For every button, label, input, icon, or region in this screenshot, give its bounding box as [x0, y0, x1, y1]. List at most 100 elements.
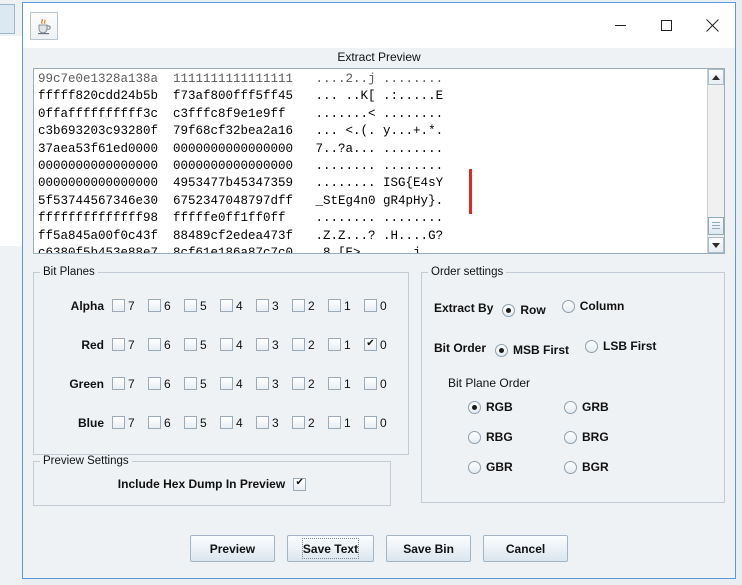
- scroll-up-arrow-icon[interactable]: [708, 69, 724, 85]
- checkbox-alpha-bit-7[interactable]: [112, 299, 125, 312]
- checkbox-alpha-bit-5[interactable]: [184, 299, 197, 312]
- bit-planes-body: Alpha76543210Red76543210Green76543210Blu…: [34, 278, 408, 454]
- checkbox-alpha-bit-4[interactable]: [220, 299, 233, 312]
- radio-indicator[interactable]: [564, 430, 577, 444]
- bit-number-label: 6: [164, 415, 171, 430]
- bit-order-msb-first[interactable]: MSB First: [495, 343, 569, 357]
- save-text-button[interactable]: Save Text: [286, 535, 375, 562]
- bit-plane-row-blue: Blue 7 6 5 4 3 2 1 0: [42, 403, 400, 442]
- checkbox-blue-bit-4[interactable]: [220, 416, 233, 429]
- bit-planes-legend: Bit Planes: [43, 266, 95, 278]
- bit-cell: 0: [364, 377, 400, 391]
- bit-cell: 4: [220, 416, 256, 430]
- checkbox-alpha-bit-1[interactable]: [328, 299, 341, 312]
- bit-cell: 6: [148, 416, 184, 430]
- bit-plane-order-bgr[interactable]: BGR: [564, 460, 644, 474]
- radio-indicator[interactable]: [585, 339, 599, 353]
- include-hex-dump-label: Include Hex Dump In Preview: [117, 477, 286, 491]
- checkbox-green-bit-5[interactable]: [184, 377, 197, 390]
- bit-cell: 4: [220, 299, 256, 313]
- radio-indicator[interactable]: [564, 460, 577, 474]
- window-content: Extract Preview 99c7e0e1328a138a 1111111…: [23, 48, 735, 578]
- hex-dump-text[interactable]: 99c7e0e1328a138a 1111111111111111 ....2.…: [34, 69, 707, 253]
- bit-plane-order-rbg[interactable]: RBG: [468, 430, 548, 444]
- radio-indicator[interactable]: [564, 400, 577, 414]
- bit-number-label: 7: [128, 337, 135, 352]
- bit-plane-order-brg[interactable]: BRG: [564, 430, 644, 444]
- save-bin-button[interactable]: Save Bin: [386, 535, 472, 562]
- bit-number-label: 0: [380, 337, 387, 352]
- checkbox-green-bit-0[interactable]: [364, 377, 377, 390]
- bit-number-label: 5: [200, 298, 207, 313]
- checkbox-blue-bit-1[interactable]: [328, 416, 341, 429]
- checkbox-red-bit-6[interactable]: [148, 338, 161, 351]
- hex-line: c6380f5b453e88e7 8cf61e186a87c7c0 .8.[E>…: [38, 245, 707, 253]
- include-hex-dump-checkbox[interactable]: [293, 477, 307, 491]
- radio-label: BGR: [582, 460, 609, 474]
- bit-cell: 3: [256, 416, 292, 430]
- bit-number-label: 2: [308, 337, 315, 352]
- bit-cell: 6: [148, 299, 184, 313]
- checkbox-green-bit-1[interactable]: [328, 377, 341, 390]
- checkbox-red-bit-3[interactable]: [256, 338, 269, 351]
- bit-plane-order-grb[interactable]: GRB: [564, 400, 644, 414]
- checkbox-green-bit-3[interactable]: [256, 377, 269, 390]
- radio-indicator[interactable]: [468, 430, 481, 444]
- extract-preview-window: Extract Preview 99c7e0e1328a138a 1111111…: [22, 2, 736, 579]
- bit-cell: 1: [328, 299, 364, 313]
- preview-button[interactable]: Preview: [189, 535, 275, 562]
- hex-line: ffffffffffffff98 fffffe0ff1ff0ff .......…: [38, 211, 444, 226]
- checkbox-alpha-bit-6[interactable]: [148, 299, 161, 312]
- cancel-button[interactable]: Cancel: [483, 535, 569, 562]
- checkbox-red-bit-2[interactable]: [292, 338, 305, 351]
- checkbox-red-bit-1[interactable]: [328, 338, 341, 351]
- radio-label: RGB: [486, 400, 513, 414]
- checkbox-blue-bit-2[interactable]: [292, 416, 305, 429]
- checkbox-green-bit-7[interactable]: [112, 377, 125, 390]
- extract-by-row[interactable]: Row: [502, 303, 546, 317]
- scrollbar-thumb[interactable]: [708, 217, 724, 235]
- bit-plane-order-options: RGB GRB RBG BRG GBR BGR: [468, 400, 714, 488]
- radio-indicator[interactable]: [561, 299, 575, 313]
- background-strip: [0, 0, 23, 585]
- checkbox-green-bit-6[interactable]: [148, 377, 161, 390]
- hex-line: 5f53744567346e30 6752347048797dff _StEg4…: [38, 193, 444, 208]
- maximize-button[interactable]: [643, 3, 689, 48]
- checkbox-red-bit-4[interactable]: [220, 338, 233, 351]
- radio-indicator[interactable]: [468, 460, 481, 474]
- checkbox-blue-bit-0[interactable]: [364, 416, 377, 429]
- extract-by-column[interactable]: Column: [561, 299, 624, 313]
- checkbox-alpha-bit-0[interactable]: [364, 299, 377, 312]
- hex-line: 0000000000000000 4953477b45347359 ......…: [38, 176, 444, 191]
- bit-cell: 5: [184, 416, 220, 430]
- radio-indicator[interactable]: [468, 400, 481, 414]
- bit-number-label: 7: [128, 298, 135, 313]
- dialog-button-bar: Preview Save Text Save Bin Cancel: [23, 535, 735, 578]
- bit-plane-order-rgb[interactable]: RGB: [468, 400, 548, 414]
- minimize-button[interactable]: [597, 3, 643, 48]
- bit-number-label: 5: [200, 337, 207, 352]
- radio-indicator[interactable]: [502, 303, 516, 317]
- scroll-down-arrow-icon[interactable]: [708, 237, 724, 253]
- checkbox-blue-bit-5[interactable]: [184, 416, 197, 429]
- checkbox-alpha-bit-2[interactable]: [292, 299, 305, 312]
- checkbox-green-bit-4[interactable]: [220, 377, 233, 390]
- close-button[interactable]: [689, 3, 735, 48]
- checkbox-red-bit-0[interactable]: [364, 338, 377, 351]
- checkbox-red-bit-7[interactable]: [112, 338, 125, 351]
- bit-order-lsb-first[interactable]: LSB First: [585, 339, 656, 353]
- bit-plane-order-gbr[interactable]: GBR: [468, 460, 548, 474]
- checkbox-blue-bit-6[interactable]: [148, 416, 161, 429]
- bit-number-label: 0: [380, 415, 387, 430]
- bit-number-label: 4: [236, 337, 243, 352]
- checkbox-blue-bit-7[interactable]: [112, 416, 125, 429]
- bit-cell: 1: [328, 377, 364, 391]
- checkbox-alpha-bit-3[interactable]: [256, 299, 269, 312]
- bit-plane-row-label: Red: [81, 337, 104, 352]
- checkbox-red-bit-5[interactable]: [184, 338, 197, 351]
- checkbox-blue-bit-3[interactable]: [256, 416, 269, 429]
- hex-dump-scrollbar[interactable]: [707, 69, 724, 253]
- checkbox-green-bit-2[interactable]: [292, 377, 305, 390]
- bit-number-label: 1: [344, 298, 351, 313]
- radio-indicator[interactable]: [495, 343, 509, 357]
